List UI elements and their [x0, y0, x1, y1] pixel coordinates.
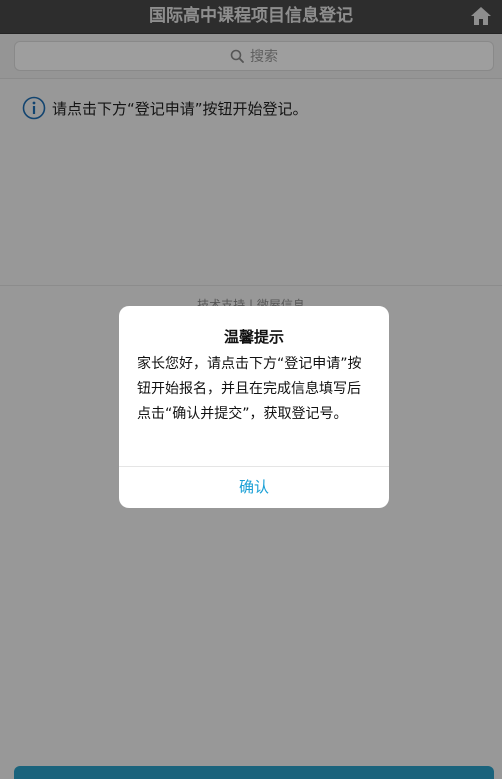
- alert-dialog: 温馨提示 家长您好，请点击下方“登记申请”按钮开始报名，并且在完成信息填写后点击…: [119, 306, 389, 508]
- confirm-button[interactable]: 确认: [119, 467, 389, 508]
- dialog-title: 温馨提示: [223, 328, 284, 346]
- dialog-message: 家长您好，请点击下方“登记申请”按钮开始报名，并且在完成信息填写后点击“确认并提…: [137, 356, 362, 422]
- app-page: 国际高中课程项目信息登记 搜索 请点击下方“登记申请”按钮开始登记。 技术支持 …: [0, 0, 502, 779]
